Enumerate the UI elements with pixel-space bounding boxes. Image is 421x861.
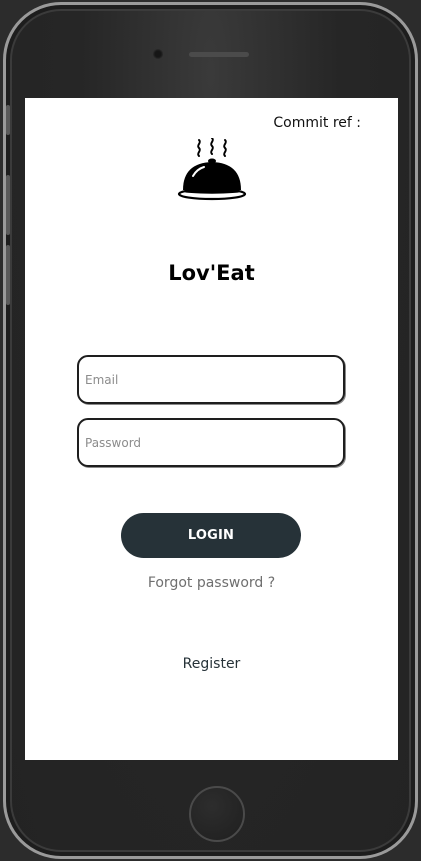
mute-switch (6, 105, 10, 135)
home-button[interactable] (189, 786, 245, 842)
email-field[interactable] (77, 355, 345, 404)
register-link[interactable]: Register (25, 656, 398, 672)
app-screen: Commit ref : Lov'Eat LOGIN Forgot passwo… (25, 98, 398, 760)
earpiece-speaker (189, 52, 249, 57)
volume-up-button (6, 175, 10, 235)
front-camera (153, 49, 163, 59)
commit-ref-label: Commit ref : (273, 115, 361, 131)
forgot-password-link[interactable]: Forgot password ? (25, 575, 398, 591)
cloche-icon (177, 138, 247, 201)
volume-down-button (6, 245, 10, 305)
app-title: Lov'Eat (168, 261, 255, 285)
login-button[interactable]: LOGIN (121, 513, 301, 558)
password-field[interactable] (77, 418, 345, 467)
